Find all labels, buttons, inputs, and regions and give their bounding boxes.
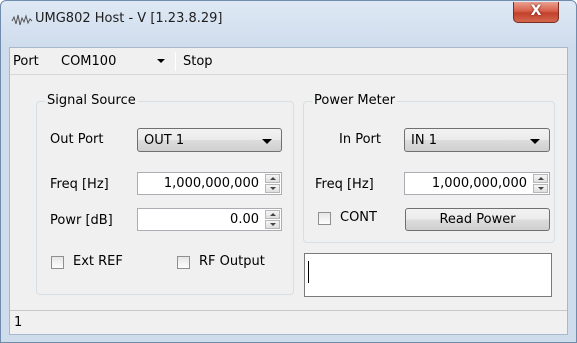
freq-label: Freq [Hz] xyxy=(50,177,109,192)
toolbar-separator xyxy=(175,52,176,71)
freq-value: 1,000,000,000 xyxy=(163,176,259,191)
power-meter-title: Power Meter xyxy=(312,93,398,109)
signal-source-group: Signal Source Out Port OUT 1 Freq [Hz] 1… xyxy=(36,93,294,295)
client-area: Port COM100 Stop Signal Source Out Port … xyxy=(9,47,568,335)
power-spin-up[interactable] xyxy=(265,210,280,219)
out-port-value: OUT 1 xyxy=(144,133,185,148)
spin-arrows-icon xyxy=(533,174,548,193)
cont-checkbox[interactable] xyxy=(318,212,331,225)
power-output-textbox[interactable] xyxy=(304,253,552,297)
power-stepper[interactable]: 0.00 xyxy=(137,208,282,231)
stop-button[interactable]: Stop xyxy=(179,51,217,71)
freq-spin-up[interactable] xyxy=(265,174,280,183)
meter-freq-spin-down[interactable] xyxy=(533,184,548,193)
text-caret xyxy=(308,261,309,283)
signal-source-title: Signal Source xyxy=(45,93,138,109)
power-value: 0.00 xyxy=(230,212,259,227)
status-text: 1 xyxy=(14,315,23,330)
cont-label: CONT xyxy=(340,210,377,225)
in-port-label: In Port xyxy=(339,132,381,147)
meter-freq-label: Freq [Hz] xyxy=(315,177,374,192)
title-bar[interactable]: UMG802 Host - V [1.23.8.29] X xyxy=(1,1,576,43)
port-select-value: COM100 xyxy=(61,54,117,69)
port-select[interactable]: COM100 xyxy=(57,51,171,71)
in-port-select[interactable]: IN 1 xyxy=(404,128,550,152)
spin-arrows-icon xyxy=(265,174,280,193)
rf-output-checkbox[interactable] xyxy=(177,256,190,269)
waveform-icon xyxy=(11,14,33,26)
app-window: UMG802 Host - V [1.23.8.29] X Port COM10… xyxy=(0,0,577,343)
ext-ref-checkbox[interactable] xyxy=(51,256,64,269)
power-meter-group: Power Meter In Port IN 1 Freq [Hz] 1,000… xyxy=(303,93,555,243)
status-bar: 1 xyxy=(10,310,567,334)
spin-arrows-icon xyxy=(265,210,280,229)
freq-spin-down[interactable] xyxy=(265,184,280,193)
chevron-down-icon xyxy=(530,139,540,144)
rf-output-label: RF Output xyxy=(199,254,265,269)
chevron-down-icon xyxy=(157,59,165,63)
read-power-button[interactable]: Read Power xyxy=(405,208,550,231)
meter-freq-spin-up[interactable] xyxy=(533,174,548,183)
chevron-down-icon xyxy=(262,139,272,144)
powr-label: Powr [dB] xyxy=(50,213,113,228)
out-port-select[interactable]: OUT 1 xyxy=(137,128,282,152)
close-button[interactable]: X xyxy=(513,2,559,23)
in-port-value: IN 1 xyxy=(411,133,437,148)
freq-stepper[interactable]: 1,000,000,000 xyxy=(137,172,282,195)
meter-freq-value: 1,000,000,000 xyxy=(431,176,527,191)
window-title: UMG802 Host - V [1.23.8.29] xyxy=(35,11,223,26)
ext-ref-label: Ext REF xyxy=(73,254,123,269)
meter-freq-stepper[interactable]: 1,000,000,000 xyxy=(404,172,550,195)
toolbar: Port COM100 Stop xyxy=(10,48,567,75)
out-port-label: Out Port xyxy=(50,132,104,147)
power-spin-down[interactable] xyxy=(265,220,280,229)
port-label: Port xyxy=(13,54,39,69)
close-icon: X xyxy=(530,3,542,19)
